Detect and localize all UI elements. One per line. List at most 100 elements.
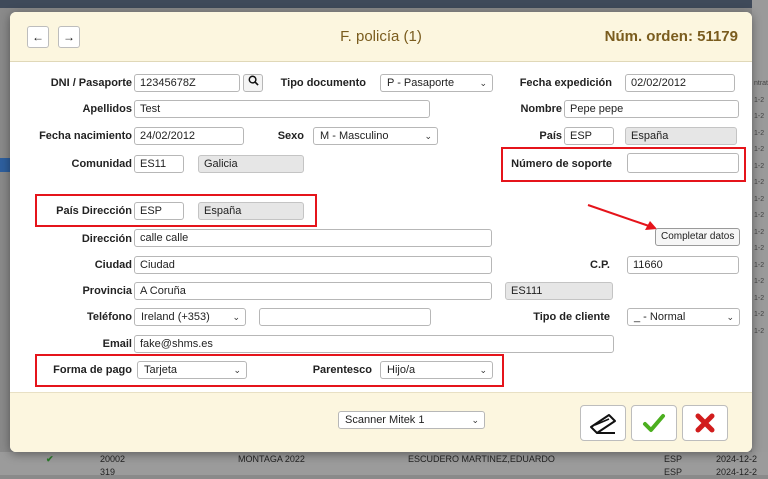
fecha-expedicion-label: Fecha expedición [519, 77, 612, 89]
select-value: Tarjeta [144, 364, 178, 376]
search-icon [248, 75, 259, 86]
background-cell: 1-2 [754, 97, 765, 104]
confirm-button[interactable] [631, 405, 677, 441]
comunidad-name-field: Galicia [198, 155, 304, 173]
completar-datos-button[interactable]: Completar datos [655, 228, 741, 246]
tipo-documento-label: Tipo documento [280, 77, 366, 89]
police-form-modal: ← → F. policía (1) Núm. orden: 51179 DNI… [10, 12, 752, 452]
pais-code-input[interactable]: ESP [564, 127, 614, 145]
table-cell: ESP [664, 467, 683, 477]
pais-direccion-name-field: España [198, 202, 304, 220]
order-number: Núm. orden: 51179 [604, 28, 738, 45]
background-cell: 1-2 [754, 311, 765, 318]
table-cell: 2024-12-2 [716, 454, 758, 464]
table-cell: ESP [664, 454, 683, 464]
background-cell: 1-2 [754, 328, 765, 335]
background-cell: 1-2 [754, 245, 765, 252]
dni-input[interactable]: 12345678Z [134, 74, 240, 92]
ciudad-label: Ciudad [94, 259, 132, 271]
chevron-down-icon: ⌄ [479, 365, 487, 375]
arrow-annotation-icon [587, 204, 657, 230]
provincia-input[interactable]: A Coruña [134, 282, 492, 300]
close-icon [695, 413, 715, 433]
table-cell: 20002 [100, 454, 126, 464]
background-topbar [0, 0, 768, 8]
tipo-cliente-select[interactable]: _ - Normal ⌄ [627, 308, 740, 326]
telefono-input[interactable] [259, 308, 431, 326]
apellidos-input[interactable]: Test [134, 100, 430, 118]
background-table-right-column: ntrat 1-2 1-2 1-2 1-2 1-2 1-2 1-2 1-2 1-… [752, 0, 768, 475]
select-value: Ireland (+353) [141, 311, 210, 323]
fecha-nacimiento-input[interactable]: 24/02/2012 [134, 127, 244, 145]
select-value: P - Pasaporte [387, 77, 455, 89]
table-row: 319 ESP 2024-12-2 [0, 467, 768, 479]
email-input[interactable]: fake@shms.es [134, 335, 614, 353]
numero-soporte-input[interactable] [627, 153, 739, 173]
direccion-label: Dirección [81, 233, 132, 245]
scan-button[interactable] [580, 405, 626, 441]
chevron-down-icon: ⌄ [479, 78, 487, 88]
background-cell: 1-2 [754, 146, 765, 153]
table-cell: MONTAGA 2022 [238, 454, 305, 464]
comunidad-code-input[interactable]: ES11 [134, 155, 184, 173]
numero-soporte-label: Número de soporte [511, 158, 612, 170]
chevron-down-icon: ⌄ [471, 415, 479, 425]
background-cell: ntrat [754, 80, 768, 87]
forma-pago-label: Forma de pago [53, 364, 132, 376]
table-row: ✔ 20002 MONTAGA 2022 ESCUDERO MARTINEZ,E… [0, 454, 768, 466]
checkmark-icon [643, 414, 665, 433]
telefono-prefix-select[interactable]: Ireland (+353) ⌄ [134, 308, 246, 326]
provincia-code-field: ES111 [505, 282, 613, 300]
chevron-down-icon: ⌄ [232, 312, 240, 322]
forma-pago-select[interactable]: Tarjeta ⌄ [137, 361, 247, 379]
pais-name-field: España [625, 127, 737, 145]
background-cell: 1-2 [754, 278, 765, 285]
pais-direccion-label: País Dirección [56, 205, 132, 217]
direccion-input[interactable]: calle calle [134, 229, 492, 247]
background-cell: 1-2 [754, 163, 765, 170]
fecha-nacimiento-label: Fecha nacimiento [39, 130, 132, 142]
background-cell: 1-2 [754, 212, 765, 219]
search-button[interactable] [243, 74, 263, 92]
cp-input[interactable]: 11660 [627, 256, 739, 274]
comunidad-label: Comunidad [71, 158, 133, 170]
cp-label: C.P. [590, 259, 610, 271]
table-cell: 319 [100, 467, 116, 477]
background-selected-row-marker [0, 158, 10, 172]
nombre-input[interactable]: Pepe pepe [564, 100, 739, 118]
background-cell: 1-2 [754, 130, 765, 137]
apellidos-label: Apellidos [82, 103, 132, 115]
pais-direccion-code-input[interactable]: ESP [134, 202, 184, 220]
background-cell: 1-2 [754, 262, 765, 269]
modal-header: ← → F. policía (1) Núm. orden: 51179 [10, 12, 752, 62]
tipo-documento-select[interactable]: P - Pasaporte ⌄ [380, 74, 493, 92]
chevron-down-icon: ⌄ [726, 312, 734, 322]
select-value: M - Masculino [320, 130, 389, 142]
sexo-label: Sexo [277, 130, 304, 142]
select-value: Hijo/a [387, 364, 416, 376]
scanner-icon [590, 414, 616, 435]
tipo-cliente-label: Tipo de cliente [533, 311, 610, 323]
fecha-expedicion-input[interactable]: 02/02/2012 [625, 74, 735, 92]
provincia-label: Provincia [82, 285, 132, 297]
parentesco-label: Parentesco [312, 364, 372, 376]
chevron-down-icon: ⌄ [233, 365, 241, 375]
telefono-label: Teléfono [86, 311, 132, 323]
parentesco-select[interactable]: Hijo/a ⌄ [380, 361, 493, 379]
chevron-down-icon: ⌄ [424, 131, 432, 141]
select-value: Scanner Mitek 1 [345, 414, 425, 426]
dni-label: DNI / Pasaporte [50, 77, 132, 89]
nombre-label: Nombre [520, 103, 562, 115]
pais-label: País [539, 130, 562, 142]
background-cell: 1-2 [754, 229, 765, 236]
table-cell: ESCUDERO MARTINEZ,EDUARDO [408, 454, 555, 464]
select-value: _ - Normal [634, 311, 686, 323]
scanner-select[interactable]: Scanner Mitek 1 ⌄ [338, 411, 485, 429]
sexo-select[interactable]: M - Masculino ⌄ [313, 127, 438, 145]
ciudad-input[interactable]: Ciudad [134, 256, 492, 274]
cancel-button[interactable] [682, 405, 728, 441]
check-icon: ✔ [46, 454, 54, 464]
modal-footer: Scanner Mitek 1 ⌄ [10, 392, 752, 452]
background-table-bottom: ✔ 20002 MONTAGA 2022 ESCUDERO MARTINEZ,E… [0, 452, 768, 477]
background-cell: 1-2 [754, 113, 765, 120]
